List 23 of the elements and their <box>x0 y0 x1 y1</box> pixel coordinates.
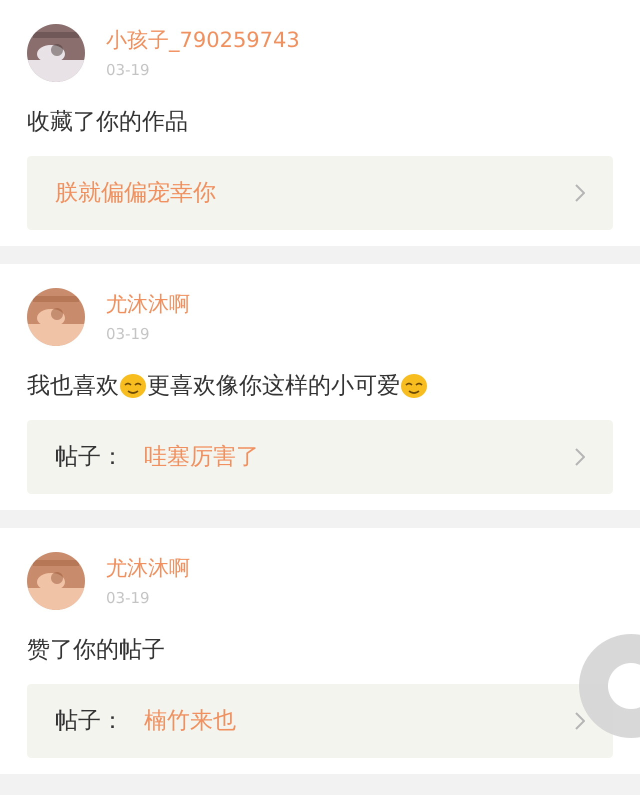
post-title: 朕就偏偏宠幸你 <box>55 178 217 208</box>
post-label: 帖子： <box>55 442 124 472</box>
post-title: 楠竹来也 <box>144 706 237 736</box>
chevron-right-icon <box>575 184 585 202</box>
post-label: 帖子： <box>55 706 124 736</box>
message-text: 更喜欢像你这样的小可爱 <box>147 372 400 401</box>
linked-post-card[interactable]: 帖子： 楠竹来也 <box>27 684 613 758</box>
post-title: 哇塞厉害了 <box>144 442 260 472</box>
date: 03-19 <box>106 325 151 343</box>
chevron-right-icon <box>575 448 585 466</box>
username[interactable]: 尤沐沐啊 <box>106 555 190 581</box>
linked-post-card[interactable]: 朕就偏偏宠幸你 <box>27 156 613 230</box>
smiling-face-icon <box>400 373 428 399</box>
message-text: 我也喜欢 <box>27 372 119 401</box>
username[interactable]: 尤沐沐啊 <box>106 291 190 317</box>
date: 03-19 <box>106 589 151 607</box>
smiling-face-icon <box>119 373 147 399</box>
message-text: 赞了你的帖子 <box>27 636 165 665</box>
chevron-right-icon <box>575 712 585 730</box>
date: 03-19 <box>106 61 151 79</box>
message-text: 收藏了你的作品 <box>27 108 188 137</box>
username[interactable]: 小孩子_790259743 <box>106 27 300 53</box>
linked-post-card[interactable]: 帖子： 哇塞厉害了 <box>27 420 613 494</box>
